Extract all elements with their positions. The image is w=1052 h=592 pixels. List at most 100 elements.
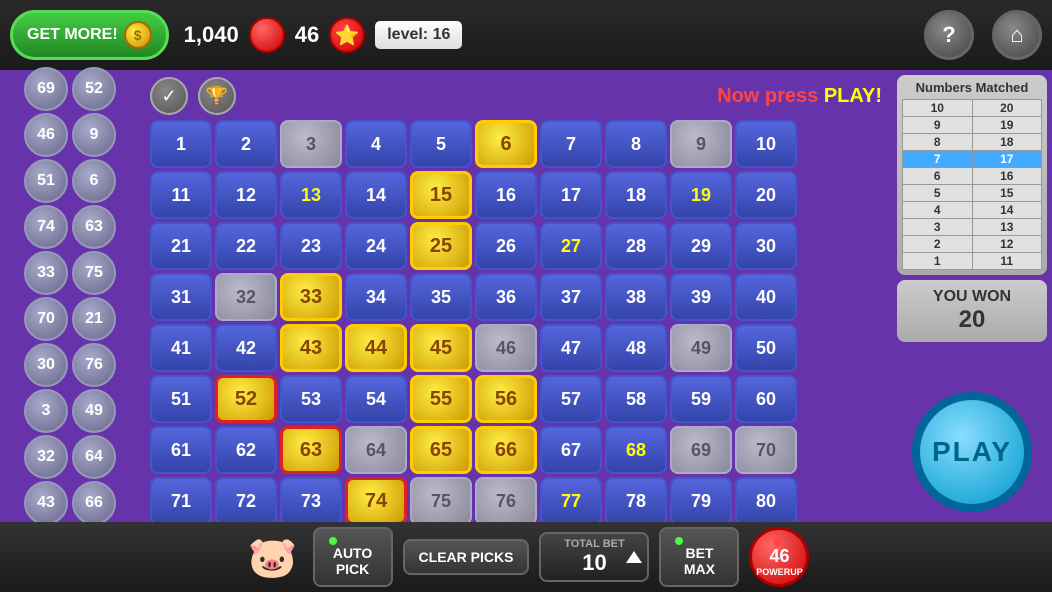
number-cell[interactable]: 45 — [410, 324, 472, 372]
number-cell[interactable]: 41 — [150, 324, 212, 372]
number-cell[interactable]: 10 — [735, 120, 797, 168]
bet-max-button[interactable]: BETMAX — [659, 527, 739, 587]
number-cell[interactable]: 50 — [735, 324, 797, 372]
clear-picks-button[interactable]: CLEAR PICKS — [403, 539, 530, 575]
number-cell[interactable]: 71 — [150, 477, 212, 525]
side-number-ball[interactable]: 9 — [72, 113, 116, 157]
number-cell[interactable]: 72 — [215, 477, 277, 525]
number-cell[interactable]: 2 — [215, 120, 277, 168]
number-cell[interactable]: 9 — [670, 120, 732, 168]
number-cell[interactable]: 59 — [670, 375, 732, 423]
number-cell[interactable]: 5 — [410, 120, 472, 168]
number-cell[interactable]: 44 — [345, 324, 407, 372]
number-cell[interactable]: 25 — [410, 222, 472, 270]
number-cell[interactable]: 46 — [475, 324, 537, 372]
side-number-ball[interactable]: 64 — [72, 435, 116, 479]
side-number-ball[interactable]: 66 — [72, 481, 116, 525]
number-cell[interactable]: 40 — [735, 273, 797, 321]
side-number-ball[interactable]: 30 — [24, 343, 68, 387]
number-cell[interactable]: 67 — [540, 426, 602, 474]
number-cell[interactable]: 75 — [410, 477, 472, 525]
number-cell[interactable]: 42 — [215, 324, 277, 372]
help-button[interactable]: ? — [924, 10, 974, 60]
number-cell[interactable]: 16 — [475, 171, 537, 219]
side-number-ball[interactable]: 52 — [72, 67, 116, 111]
number-cell[interactable]: 28 — [605, 222, 667, 270]
number-cell[interactable]: 47 — [540, 324, 602, 372]
number-cell[interactable]: 55 — [410, 375, 472, 423]
number-cell[interactable]: 8 — [605, 120, 667, 168]
side-number-ball[interactable]: 3 — [24, 389, 68, 433]
number-cell[interactable]: 31 — [150, 273, 212, 321]
number-cell[interactable]: 56 — [475, 375, 537, 423]
number-cell[interactable]: 3 — [280, 120, 342, 168]
side-number-ball[interactable]: 6 — [72, 159, 116, 203]
number-cell[interactable]: 20 — [735, 171, 797, 219]
home-button[interactable]: ⌂ — [992, 10, 1042, 60]
number-cell[interactable]: 66 — [475, 426, 537, 474]
side-number-ball[interactable]: 75 — [72, 251, 116, 295]
number-cell[interactable]: 80 — [735, 477, 797, 525]
number-cell[interactable]: 33 — [280, 273, 342, 321]
bet-increase-arrow[interactable] — [626, 551, 642, 563]
number-cell[interactable]: 54 — [345, 375, 407, 423]
number-cell[interactable]: 60 — [735, 375, 797, 423]
number-cell[interactable]: 48 — [605, 324, 667, 372]
number-cell[interactable]: 15 — [410, 171, 472, 219]
number-cell[interactable]: 73 — [280, 477, 342, 525]
number-cell[interactable]: 37 — [540, 273, 602, 321]
number-cell[interactable]: 4 — [345, 120, 407, 168]
number-cell[interactable]: 61 — [150, 426, 212, 474]
number-cell[interactable]: 79 — [670, 477, 732, 525]
number-cell[interactable]: 52 — [215, 375, 277, 423]
number-cell[interactable]: 24 — [345, 222, 407, 270]
number-cell[interactable]: 22 — [215, 222, 277, 270]
side-number-ball[interactable]: 49 — [72, 389, 116, 433]
number-cell[interactable]: 13 — [280, 171, 342, 219]
side-number-ball[interactable]: 76 — [72, 343, 116, 387]
number-cell[interactable]: 12 — [215, 171, 277, 219]
number-cell[interactable]: 27 — [540, 222, 602, 270]
number-cell[interactable]: 69 — [670, 426, 732, 474]
number-cell[interactable]: 68 — [605, 426, 667, 474]
powerup-button[interactable]: 46 POWERUP — [749, 527, 809, 587]
side-number-ball[interactable]: 43 — [24, 481, 68, 525]
number-cell[interactable]: 70 — [735, 426, 797, 474]
number-cell[interactable]: 30 — [735, 222, 797, 270]
number-cell[interactable]: 32 — [215, 273, 277, 321]
number-cell[interactable]: 49 — [670, 324, 732, 372]
side-number-ball[interactable]: 32 — [24, 435, 68, 479]
number-cell[interactable]: 74 — [345, 477, 407, 525]
number-cell[interactable]: 39 — [670, 273, 732, 321]
number-cell[interactable]: 53 — [280, 375, 342, 423]
number-cell[interactable]: 78 — [605, 477, 667, 525]
side-number-ball[interactable]: 74 — [24, 205, 68, 249]
number-cell[interactable]: 57 — [540, 375, 602, 423]
side-number-ball[interactable]: 33 — [24, 251, 68, 295]
number-cell[interactable]: 43 — [280, 324, 342, 372]
number-cell[interactable]: 65 — [410, 426, 472, 474]
number-cell[interactable]: 63 — [280, 426, 342, 474]
number-cell[interactable]: 36 — [475, 273, 537, 321]
number-cell[interactable]: 18 — [605, 171, 667, 219]
number-cell[interactable]: 6 — [475, 120, 537, 168]
number-cell[interactable]: 26 — [475, 222, 537, 270]
number-cell[interactable]: 11 — [150, 171, 212, 219]
get-more-button[interactable]: GET MORE! $ — [10, 10, 169, 60]
number-cell[interactable]: 14 — [345, 171, 407, 219]
number-cell[interactable]: 21 — [150, 222, 212, 270]
number-cell[interactable]: 19 — [670, 171, 732, 219]
number-cell[interactable]: 29 — [670, 222, 732, 270]
number-cell[interactable]: 38 — [605, 273, 667, 321]
number-cell[interactable]: 1 — [150, 120, 212, 168]
side-number-ball[interactable]: 70 — [24, 297, 68, 341]
number-cell[interactable]: 76 — [475, 477, 537, 525]
side-number-ball[interactable]: 69 — [24, 67, 68, 111]
number-cell[interactable]: 23 — [280, 222, 342, 270]
piggy-bank-icon[interactable]: 🐷 — [243, 530, 303, 585]
number-cell[interactable]: 17 — [540, 171, 602, 219]
side-number-ball[interactable]: 21 — [72, 297, 116, 341]
play-button[interactable]: PLAY — [912, 392, 1032, 512]
side-number-ball[interactable]: 51 — [24, 159, 68, 203]
number-cell[interactable]: 34 — [345, 273, 407, 321]
